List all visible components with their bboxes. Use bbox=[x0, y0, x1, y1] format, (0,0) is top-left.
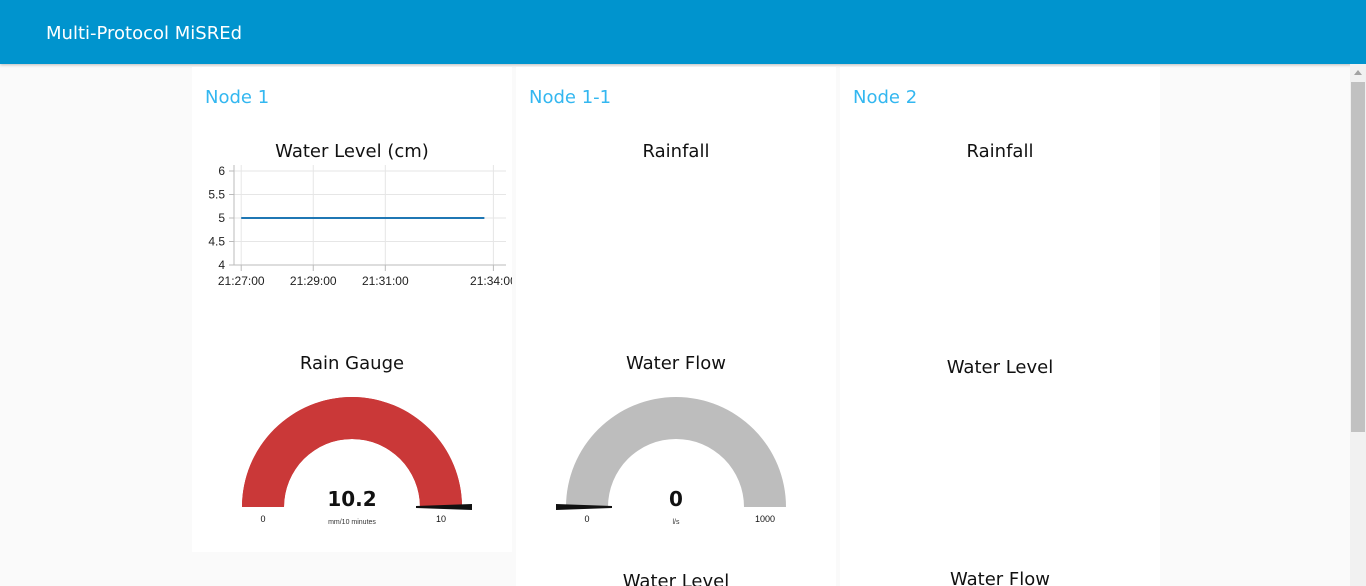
node-2-water-level-title: Water Level bbox=[946, 357, 1054, 378]
water-level-chart-title: Water Level (cm) bbox=[275, 141, 429, 162]
chart-x-tick-label: 21:29:00 bbox=[290, 274, 337, 288]
rain-gauge-value: 10.2 bbox=[327, 487, 376, 511]
node-1-1-water-level-title: Water Level bbox=[622, 571, 730, 586]
chart-y-tick-label: 4 bbox=[218, 258, 225, 272]
chart-y-ticks: 4 4.5 5 5.5 6 bbox=[208, 164, 225, 272]
chart-x-tick-label: 21:34:00 bbox=[470, 274, 512, 288]
chart-y-tick-label: 5.5 bbox=[208, 188, 225, 202]
rain-gauge-min: 0 bbox=[260, 514, 265, 524]
scroll-up-arrow-icon[interactable] bbox=[1354, 70, 1362, 75]
node-2-rainfall-title: Rainfall bbox=[966, 141, 1034, 162]
chart-x-ticks: 21:27:00 21:29:00 21:31:00 21:34:00 bbox=[218, 274, 512, 288]
scrollbar-thumb[interactable] bbox=[1351, 82, 1365, 432]
water-flow-gauge: 0 l/s 0 1000 bbox=[556, 397, 786, 526]
top-bar: Multi-Protocol MiSREd bbox=[0, 0, 1366, 64]
card-node-1-1: Node 1-1 Rainfall Water Flow 0 l/s 0 100… bbox=[516, 67, 836, 586]
rain-gauge-max: 10 bbox=[436, 514, 446, 524]
dashboard-content: Node 1 Water Level (cm) 4 4.5 5 5.5 6 21:27:… bbox=[0, 64, 1350, 586]
node-2-water-flow-title: Water Flow bbox=[949, 569, 1051, 586]
card-node-2: Node 2 Rainfall Water Level Water Flow bbox=[840, 67, 1160, 586]
node-1-1-rainfall-title: Rainfall bbox=[642, 141, 710, 162]
card-title-node-1: Node 1 bbox=[205, 87, 270, 108]
water-flow-max: 1000 bbox=[755, 514, 775, 524]
rain-gauge-unit: mm/10 minutes bbox=[328, 519, 376, 526]
chart-y-tick-label: 6 bbox=[218, 164, 225, 178]
card-title-node-2: Node 2 bbox=[853, 87, 918, 108]
chart-grid bbox=[234, 165, 506, 266]
node-1-1-water-flow-title: Water Flow bbox=[625, 353, 727, 374]
chart-x-tick-label: 21:31:00 bbox=[362, 274, 409, 288]
water-flow-unit: l/s bbox=[673, 519, 681, 526]
card-title-node-1-1: Node 1-1 bbox=[529, 87, 612, 108]
chart-x-tick-label: 21:27:00 bbox=[218, 274, 265, 288]
app-title: Multi-Protocol MiSREd bbox=[46, 23, 243, 44]
card-node-1: Node 1 Water Level (cm) 4 4.5 5 5.5 6 21:27:… bbox=[192, 67, 512, 552]
water-level-chart: 4 4.5 5 5.5 6 21:27:00 21:29:00 21:31:00 21:34:… bbox=[208, 164, 512, 288]
vertical-scrollbar[interactable] bbox=[1350, 64, 1366, 586]
chart-y-tick-label: 4.5 bbox=[208, 235, 225, 249]
water-flow-min: 0 bbox=[584, 514, 589, 524]
water-flow-value: 0 bbox=[669, 487, 683, 511]
rain-gauge: 10.2 mm/10 minutes 0 10 bbox=[242, 397, 472, 526]
rain-gauge-title: Rain Gauge bbox=[299, 353, 405, 374]
chart-y-tick-label: 5 bbox=[218, 211, 225, 225]
